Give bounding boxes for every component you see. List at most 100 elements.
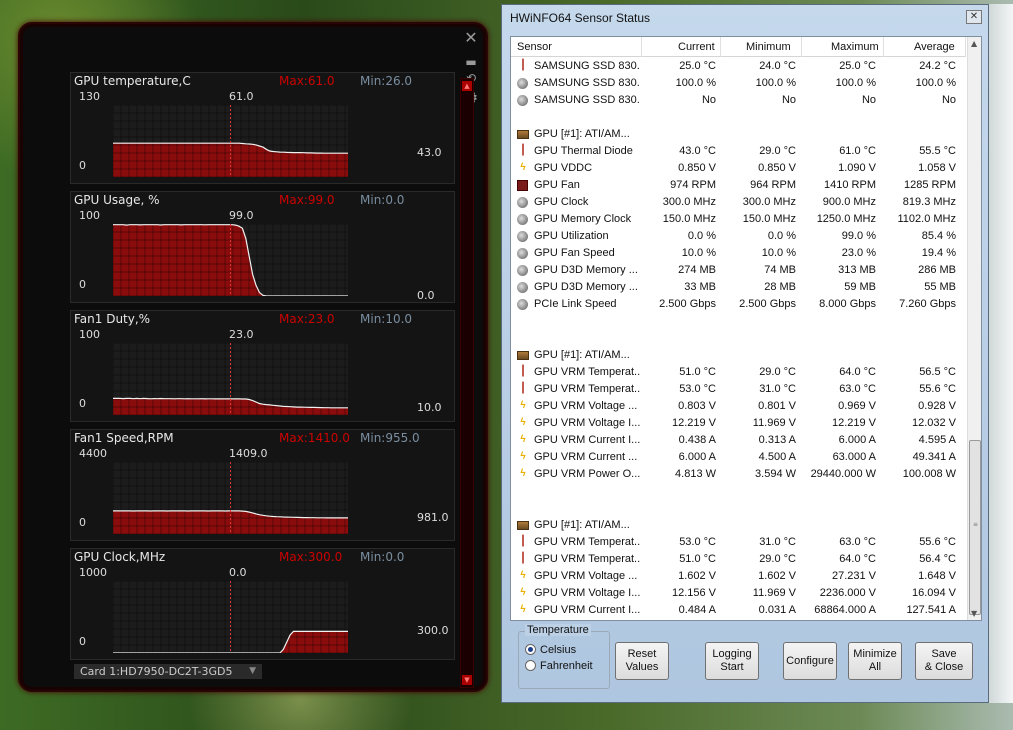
sensor-name: GPU VRM Voltage I... [534,587,640,599]
table-row[interactable]: ϟ GPU VRM Voltage ... 0.803 V 0.801 V 0.969 … [511,398,966,415]
table-row[interactable]: ϟ GPU VRM Current ... 6.000 A 4.500 A 63.000… [511,449,966,466]
sensor-name: GPU VRM Temperat... [534,383,640,395]
sensor-minimum: 150.0 MHz [742,213,796,225]
table-row[interactable]: ┃ GPU VRM Temperat... 51.0 °C 29.0 °C 64.0 °… [511,364,966,381]
grip-icon: ≡ [973,521,979,528]
sensor-maximum: 64.0 °C [839,366,876,378]
table-row[interactable] [511,483,966,500]
sensor-current: 2.500 Gbps [659,298,716,310]
table-row[interactable]: GPU [#1]: ATI/AM... [511,517,966,534]
minimize-all-button[interactable]: Minimize All [848,642,902,680]
minimize-icon[interactable]: ▬ [462,54,480,70]
lightning-icon: ϟ [520,570,526,581]
sensor-current: 150.0 MHz [662,213,716,225]
card-select[interactable]: Card 1:HD7950-DC2T-3GD5 ▼ [74,664,262,679]
column-maximum[interactable]: Maximum [831,41,879,53]
celsius-radio[interactable]: Celsius [525,644,576,656]
fahrenheit-label: Fahrenheit [540,660,593,672]
sensor-current: 1.602 V [678,570,716,582]
table-row[interactable] [511,109,966,126]
column-minimum[interactable]: Minimum [746,41,791,53]
panel-max: Max:99.0 [279,193,335,207]
table-row[interactable]: GPU Utilization 0.0 % 0.0 % 99.0 % 85.4 % [511,228,966,245]
table-row[interactable]: ┃ GPU VRM Temperat... 53.0 °C 31.0 °C 63.0 °… [511,534,966,551]
scrollbar-thumb[interactable]: ≡ [969,440,981,615]
radio-icon[interactable] [525,660,536,671]
table-row[interactable]: SAMSUNG SSD 830... 100.0 % 100.0 % 100.0 % 1… [511,75,966,92]
sensor-current: 100.0 % [675,77,716,89]
current-value: 10.0 [417,400,442,414]
fan1-speed-panel: Fan1 Speed,RPM Max:1410.0 Min:955.0 4400 0 14… [70,429,455,541]
sensor-disc-icon [517,282,528,293]
panel-min: Min:26.0 [360,74,413,88]
close-icon[interactable]: ✕ [462,30,480,46]
sensor-average: 55.6 °C [919,383,956,395]
table-row[interactable]: ϟ GPU VDDC 0.850 V 0.850 V 1.090 V 1.058 V [511,160,966,177]
table-row[interactable] [511,313,966,330]
fahrenheit-radio[interactable]: Fahrenheit [525,660,593,672]
table-row[interactable]: ϟGPU VRM Current ...2.750 A0.250 A68864.… [511,619,966,620]
table-row[interactable]: GPU [#1]: ATI/AM... [511,347,966,364]
configure-button[interactable]: Configure [783,642,837,680]
table-row[interactable]: ┃ GPU VRM Temperat... 51.0 °C 29.0 °C 64.0 °… [511,551,966,568]
sensor-name: GPU D3D Memory ... [534,281,638,293]
table-row[interactable]: ϟ GPU VRM Current I... 0.484 A 0.031 A 68864… [511,602,966,619]
scroll-up-icon[interactable]: ▲ [971,39,977,48]
sensor-minimum: 0.313 A [758,434,796,446]
gpu-temperature-panel: GPU temperature,C Max:61.0 Min:26.0 130 0 61.… [70,72,455,184]
reset-values-button[interactable]: Reset Values [615,642,669,680]
axis-max-label: 100 [79,328,100,341]
gpu-chip-icon [517,130,529,139]
logging-start-button[interactable]: Logging Start [705,642,759,680]
save-close-button[interactable]: Save & Close [915,642,973,680]
table-row[interactable] [511,500,966,517]
current-value: 43.0 [417,146,442,160]
table-row[interactable]: GPU Fan 974 RPM 964 RPM 1410 RPM 1285 RPM [511,177,966,194]
table-row[interactable]: SAMSUNG SSD 830... No No No No [511,92,966,109]
thermometer-icon: ┃ [519,536,527,547]
monitor-scrollbar[interactable]: ▲ ▼ [460,78,474,688]
sensor-maximum: 0.969 V [838,400,876,412]
table-row[interactable]: ϟ GPU VRM Current I... 0.438 A 0.313 A 6.000… [511,432,966,449]
sensor-maximum: 29440.000 W [810,468,876,480]
sensor-disc-icon [517,248,528,259]
table-row[interactable]: GPU Clock 300.0 MHz 300.0 MHz 900.0 MHz 819.… [511,194,966,211]
table-row[interactable]: ϟ GPU VRM Voltage ... 1.602 V 1.602 V 27.231… [511,568,966,585]
table-row[interactable]: ┃ SAMSUNG SSD 830... 25.0 °C 24.0 °C 25.0 °C… [511,58,966,75]
column-sensor[interactable]: Sensor [517,41,552,53]
scroll-down-icon[interactable]: ▼ [971,609,977,618]
sensor-current: 10.0 % [681,247,716,259]
column-current[interactable]: Current [678,41,715,53]
sensor-name: GPU VRM Temperat... [534,366,640,378]
panel-title: Fan1 Speed,RPM [74,431,174,445]
column-average[interactable]: Average [914,41,955,53]
sensor-current: 53.0 °C [679,383,716,395]
table-row[interactable]: GPU D3D Memory ... 274 MB 74 MB 313 MB 286 M… [511,262,966,279]
table-row[interactable] [511,330,966,347]
current-value: 300.0 [417,624,449,638]
lightning-icon: ϟ [520,451,526,462]
table-row[interactable]: GPU Memory Clock 150.0 MHz 150.0 MHz 1250.0… [511,211,966,228]
sensor-maximum: 12.219 V [831,417,876,429]
sensor-current: 300.0 MHz [662,196,716,208]
table-row[interactable]: PCIe Link Speed 2.500 Gbps 2.500 Gbps 8.000… [511,296,966,313]
close-icon[interactable]: ✕ [966,10,982,24]
radio-selected-icon[interactable] [525,644,536,655]
sensor-list: Sensor Current Minimum Maximum Average ┃… [510,36,982,621]
scroll-down-icon[interactable]: ▼ [462,675,472,685]
sensor-list-scrollbar[interactable]: ▲ ≡ ▼ [967,37,981,620]
table-row[interactable]: ϟ GPU VRM Power O... 4.813 W 3.594 W 29440.0… [511,466,966,483]
table-row[interactable]: GPU D3D Memory ... 33 MB 28 MB 59 MB 55 MB [511,279,966,296]
peak-value: 23.0 [229,328,254,341]
panel-title: GPU Usage, % [74,193,160,207]
table-row[interactable]: GPU [#1]: ATI/AM... [511,126,966,143]
table-row[interactable]: ϟ GPU VRM Voltage I... 12.156 V 11.969 V 223… [511,585,966,602]
table-row[interactable]: ϟ GPU VRM Voltage I... 12.219 V 11.969 V 12.… [511,415,966,432]
table-row[interactable]: GPU Fan Speed 10.0 % 10.0 % 23.0 % 19.4 % [511,245,966,262]
sensor-name: GPU [#1]: ATI/AM... [534,128,630,140]
table-row[interactable]: ┃ GPU VRM Temperat... 53.0 °C 31.0 °C 63.0 °… [511,381,966,398]
scroll-up-icon[interactable]: ▲ [462,81,472,91]
sensor-average: 1102.0 MHz [897,213,957,225]
table-row[interactable]: ┃ GPU Thermal Diode 43.0 °C 29.0 °C 61.0 °C 5… [511,143,966,160]
sensor-maximum: 1410 RPM [824,179,876,191]
